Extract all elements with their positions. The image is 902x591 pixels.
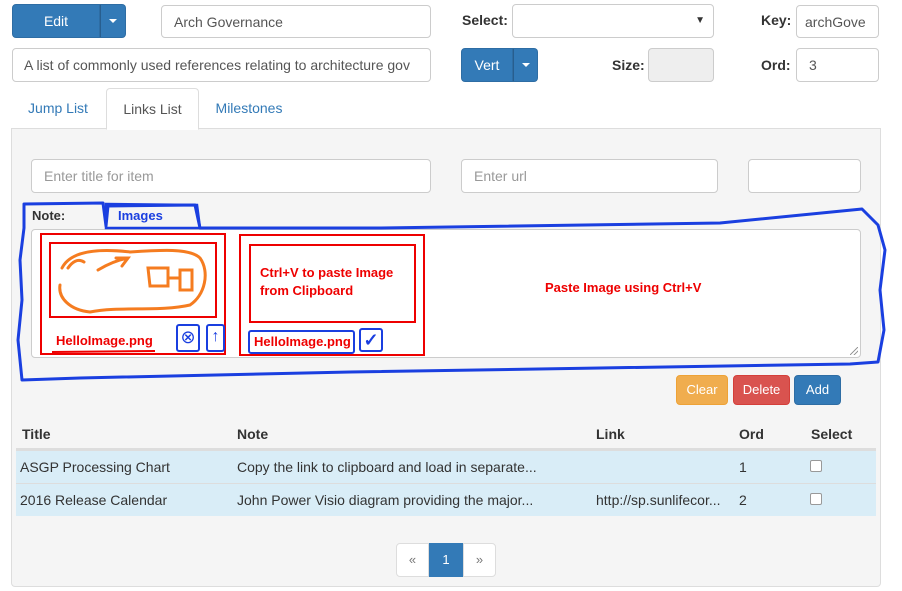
- column-header-note[interactable]: Note: [237, 426, 268, 442]
- image1-filename: HelloImage.png: [56, 333, 153, 348]
- column-header-link[interactable]: Link: [596, 426, 625, 442]
- extra-input[interactable]: [748, 159, 861, 193]
- pagination-page-1[interactable]: 1: [429, 543, 463, 577]
- tab-links-list[interactable]: Links List: [106, 88, 199, 130]
- tab-jump-list[interactable]: Jump List: [12, 88, 104, 128]
- select-dropdown[interactable]: ▼: [512, 4, 714, 38]
- row-ord: 1: [739, 459, 747, 475]
- row-title: 2016 Release Calendar: [20, 492, 168, 508]
- images-tab-label[interactable]: Images: [118, 208, 163, 223]
- key-field[interactable]: archGove: [796, 5, 879, 38]
- ord-field[interactable]: 3: [796, 48, 879, 82]
- url-input[interactable]: Enter url: [461, 159, 718, 193]
- column-header-select[interactable]: Select: [811, 426, 852, 442]
- paste-hint-text: Ctrl+V to paste Image from Clipboard: [260, 265, 394, 298]
- paste-instruction: Paste Image using Ctrl+V: [545, 280, 702, 295]
- chevron-down-icon: [109, 19, 117, 24]
- edit-button-label: Edit: [43, 13, 69, 29]
- edit-dropdown-toggle[interactable]: [100, 4, 126, 38]
- size-label: Size:: [612, 57, 645, 73]
- description-field[interactable]: A list of commonly used references relat…: [12, 48, 431, 82]
- vert-button[interactable]: Vert: [461, 48, 513, 82]
- clear-button[interactable]: Clear: [676, 375, 728, 405]
- table-row[interactable]: 2016 Release Calendar John Power Visio d…: [16, 483, 876, 516]
- row-link[interactable]: http://sp.sunlifecor...: [596, 484, 736, 516]
- pagination-next[interactable]: »: [463, 543, 496, 577]
- delete-button[interactable]: Delete: [733, 375, 790, 405]
- row-title: ASGP Processing Chart: [20, 459, 170, 475]
- item-title-input[interactable]: Enter title for item: [31, 159, 431, 193]
- column-header-title[interactable]: Title: [22, 426, 51, 442]
- vert-dropdown-toggle[interactable]: [513, 48, 538, 82]
- note-label: Note:: [32, 208, 66, 223]
- row-select-checkbox[interactable]: [810, 493, 822, 505]
- row-select-checkbox[interactable]: [810, 460, 822, 472]
- table-row[interactable]: ASGP Processing Chart Copy the link to c…: [16, 450, 876, 483]
- add-button[interactable]: Add: [794, 375, 841, 405]
- column-header-ord[interactable]: Ord: [739, 426, 764, 442]
- image2-filename: HelloImage.png: [254, 334, 351, 349]
- resize-handle-icon[interactable]: [850, 347, 858, 355]
- pagination-prev[interactable]: «: [396, 543, 429, 577]
- ord-label: Ord:: [761, 57, 791, 73]
- upload-arrow-icon[interactable]: ↑: [206, 324, 225, 352]
- image-drawing-frame: [49, 242, 217, 318]
- row-note: John Power Visio diagram providing the m…: [237, 492, 534, 508]
- row-ord: 2: [739, 492, 747, 508]
- key-label: Key:: [761, 12, 792, 28]
- select-label: Select:: [462, 12, 508, 28]
- vert-button-label: Vert: [474, 57, 500, 73]
- confirm-check-icon[interactable]: ✓: [359, 328, 383, 352]
- item-title-field[interactable]: Arch Governance: [161, 5, 431, 38]
- tab-milestones[interactable]: Milestones: [200, 88, 298, 128]
- remove-image-icon[interactable]: ⊗: [176, 324, 200, 352]
- dropdown-arrow-icon: ▼: [695, 15, 705, 26]
- edit-button[interactable]: Edit: [12, 4, 100, 38]
- chevron-down-icon: [521, 63, 530, 68]
- row-note: Copy the link to clipboard and load in s…: [237, 459, 537, 475]
- size-field: [648, 48, 714, 82]
